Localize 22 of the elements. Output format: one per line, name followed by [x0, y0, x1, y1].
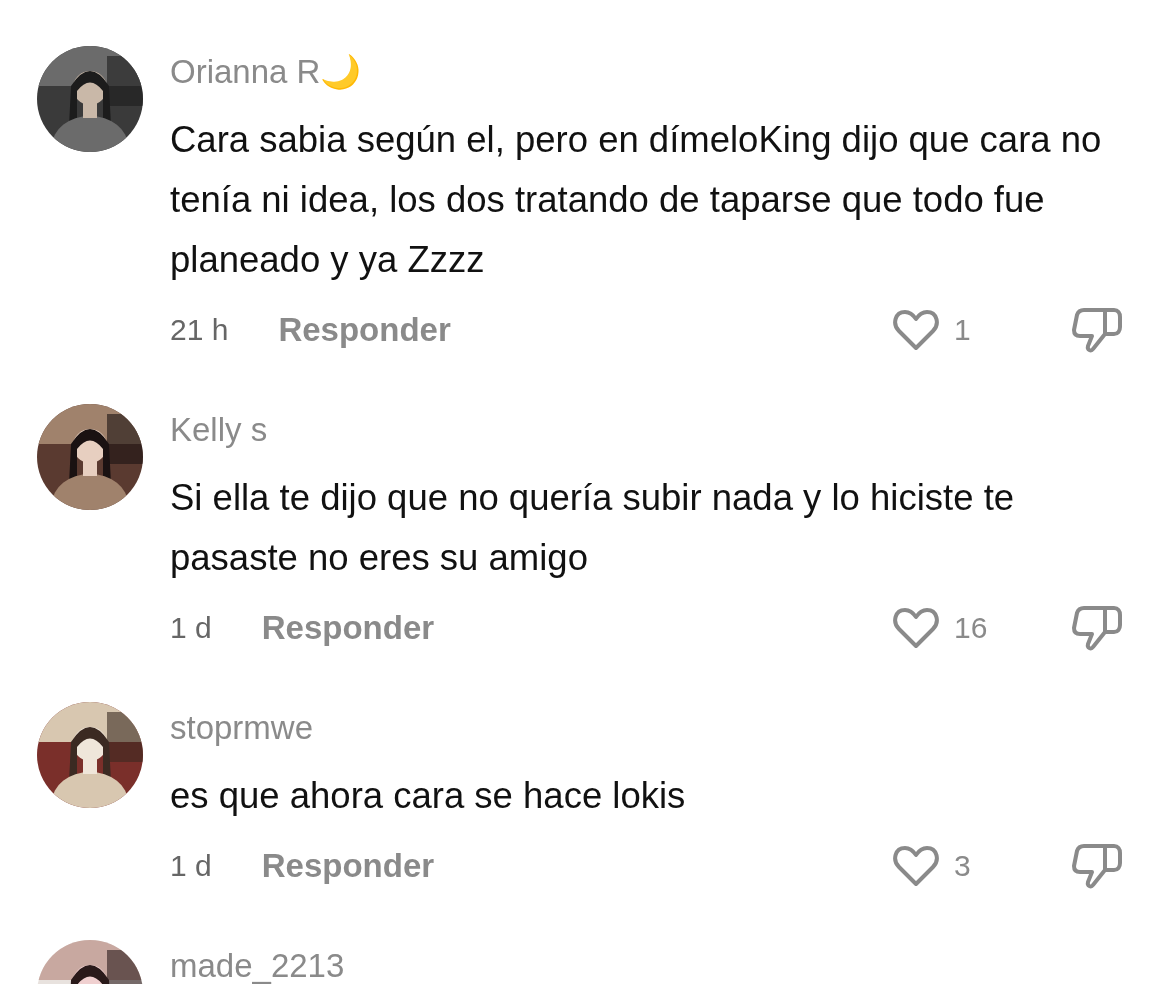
comment-time: 1 d — [170, 611, 212, 645]
username[interactable]: Orianna R🌙 — [170, 52, 362, 92]
thumbs-down-icon[interactable] — [1072, 306, 1122, 354]
reply-button[interactable]: Responder — [278, 311, 451, 349]
like-count: 16 — [954, 611, 988, 645]
comment-time: 21 h — [170, 313, 229, 347]
reply-button[interactable]: Responder — [261, 847, 435, 885]
heart-icon[interactable] — [892, 844, 940, 888]
thumbs-down-icon[interactable] — [1072, 604, 1122, 652]
heart-icon[interactable] — [892, 308, 940, 352]
comment-time: 1 d — [170, 849, 212, 883]
username[interactable]: made_2213 — [170, 946, 345, 984]
heart-icon[interactable] — [892, 606, 940, 650]
username[interactable]: stoprmwe — [170, 708, 314, 748]
username[interactable]: Kelly s — [170, 410, 268, 450]
comment-text: Si ella te dijo que no quería subir nada y lo hiciste te pasaste no eres su amigo — [170, 476, 1016, 580]
comment-text: es que ahora cara se hace lokis — [170, 774, 687, 818]
thumbs-down-icon[interactable] — [1072, 842, 1122, 890]
comment-text: Cara sabia según el, pero en dímeloKing dijo que cara no tenía ni idea, los dos tratando de taparse que todo fue planeado y ya Zzzz — [170, 118, 1103, 282]
like-count: 1 — [954, 313, 971, 347]
reply-button[interactable]: Responder — [261, 609, 435, 647]
like-count: 3 — [954, 849, 971, 883]
